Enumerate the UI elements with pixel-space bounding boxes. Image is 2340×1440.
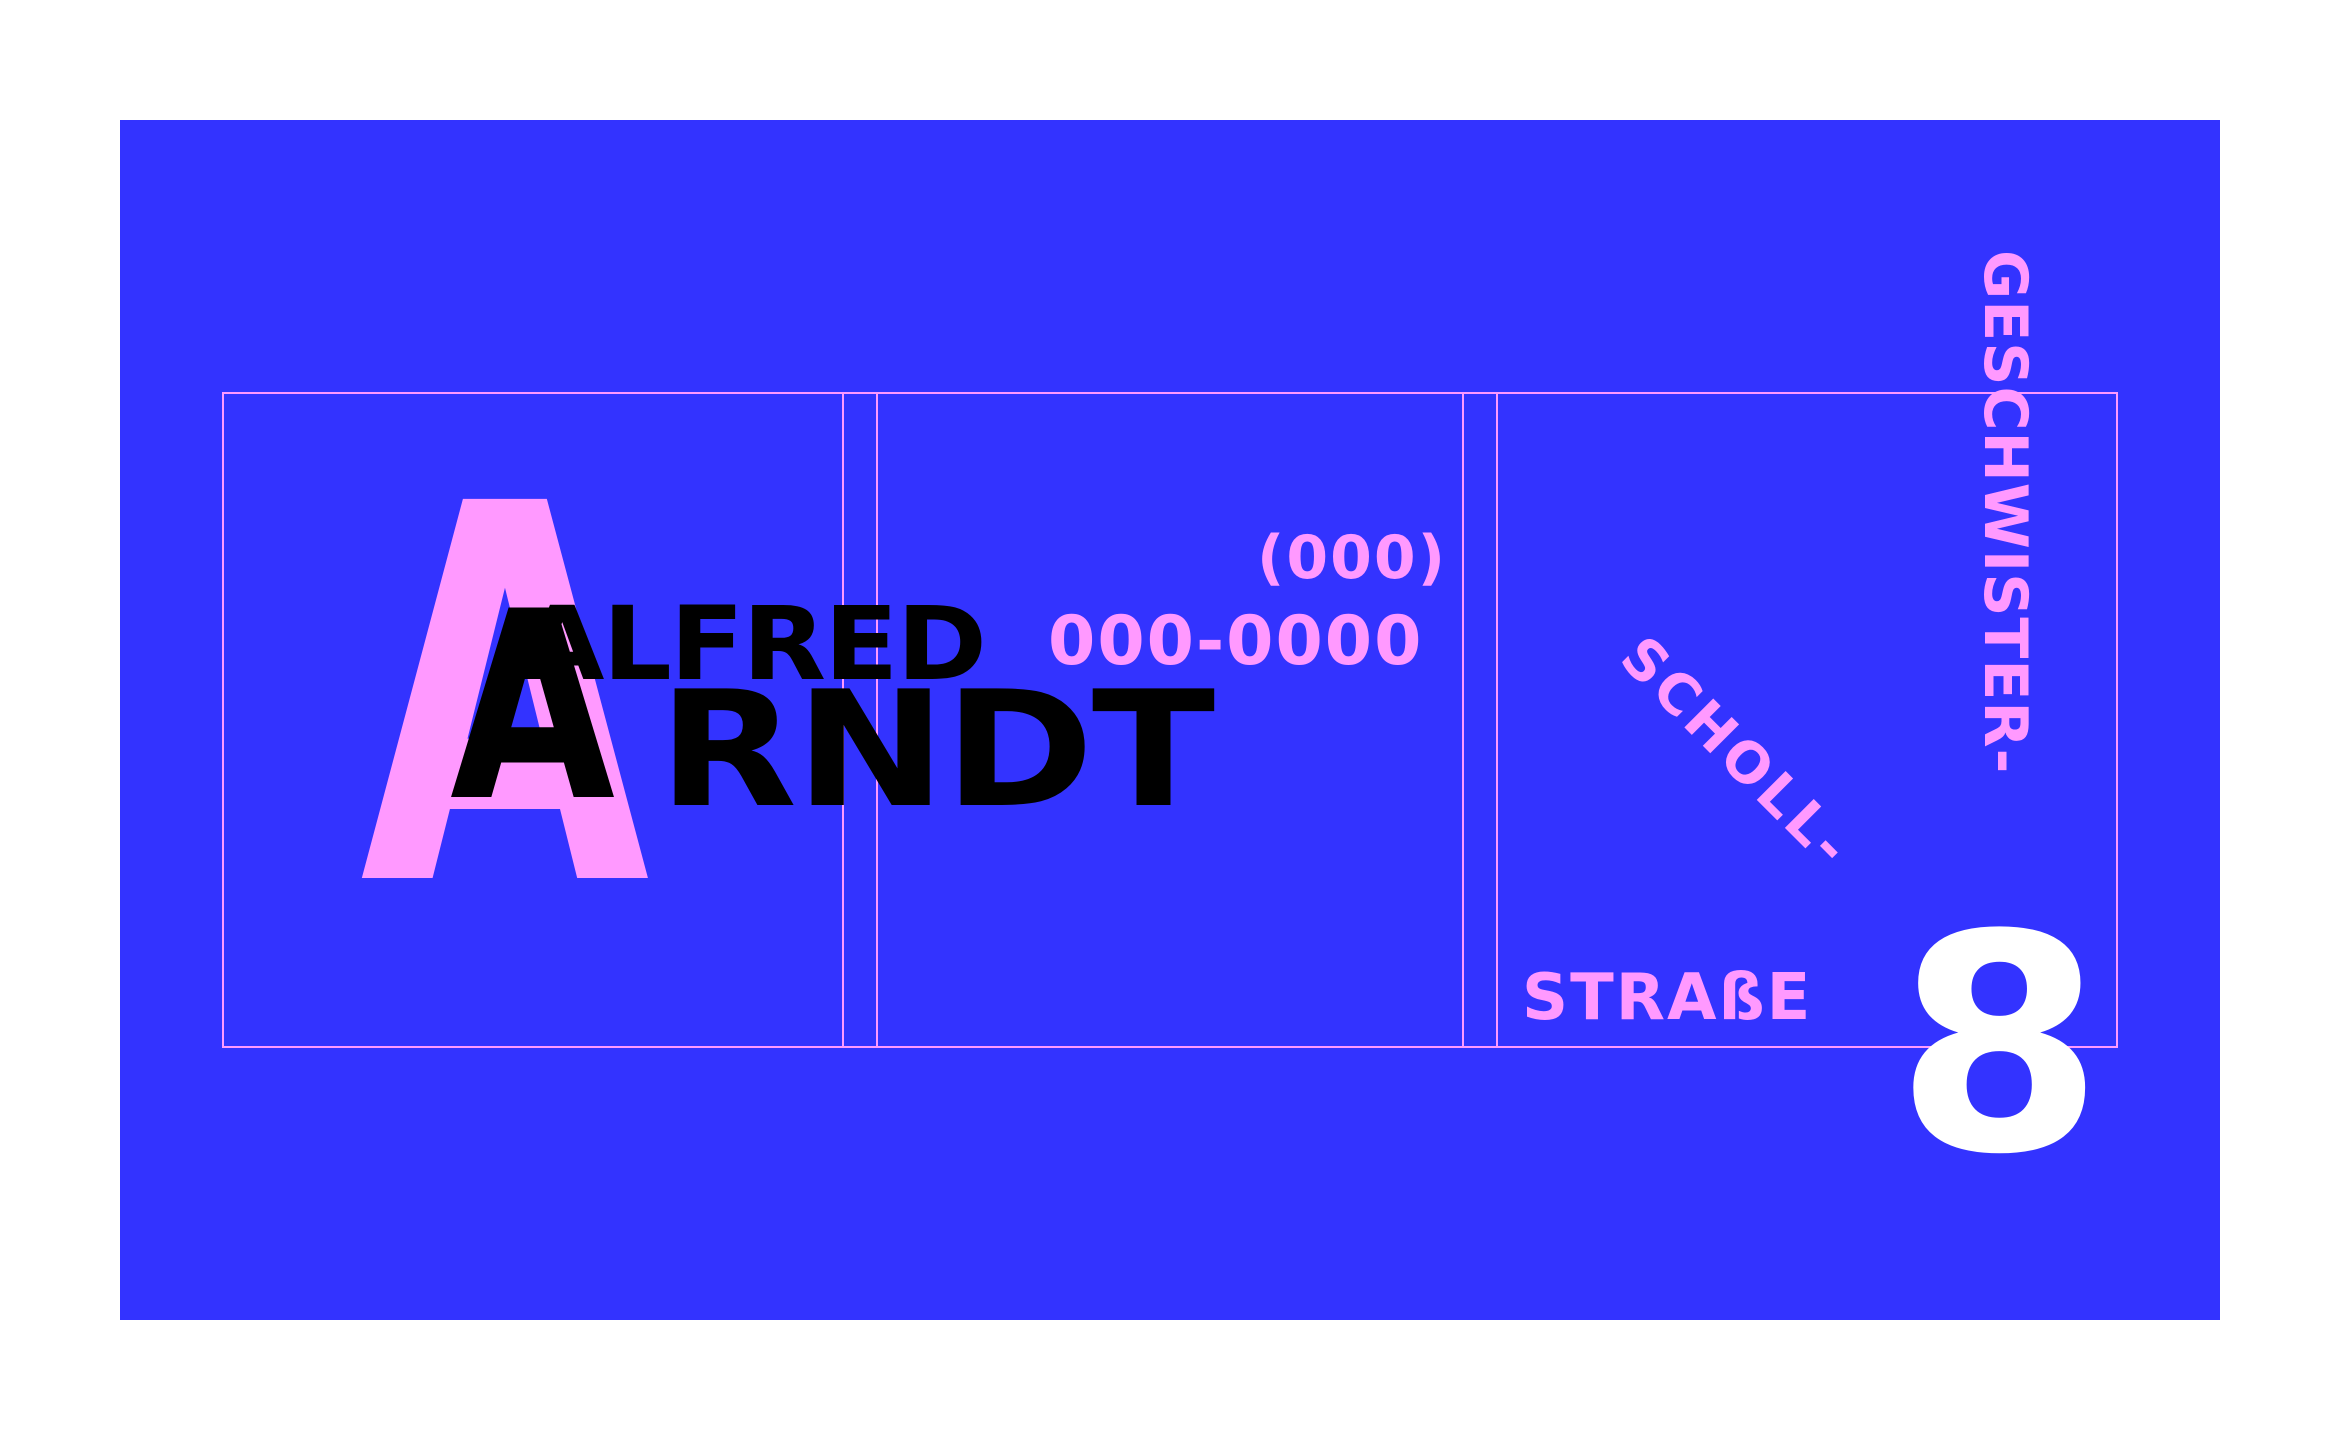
business-card: A (000) ALFRED 000-0000 A RNDT GESCHWIST… [120,120,2220,1320]
street-line-1: GESCHWISTER- [1970,250,2040,775]
monogram-small: A [450,557,616,859]
street-line-3: STRAßE [1522,961,1813,1035]
last-name: RNDT [658,656,1215,843]
phone-area-code: (000) [1257,523,1448,593]
house-number: 8 [1895,871,2104,1220]
